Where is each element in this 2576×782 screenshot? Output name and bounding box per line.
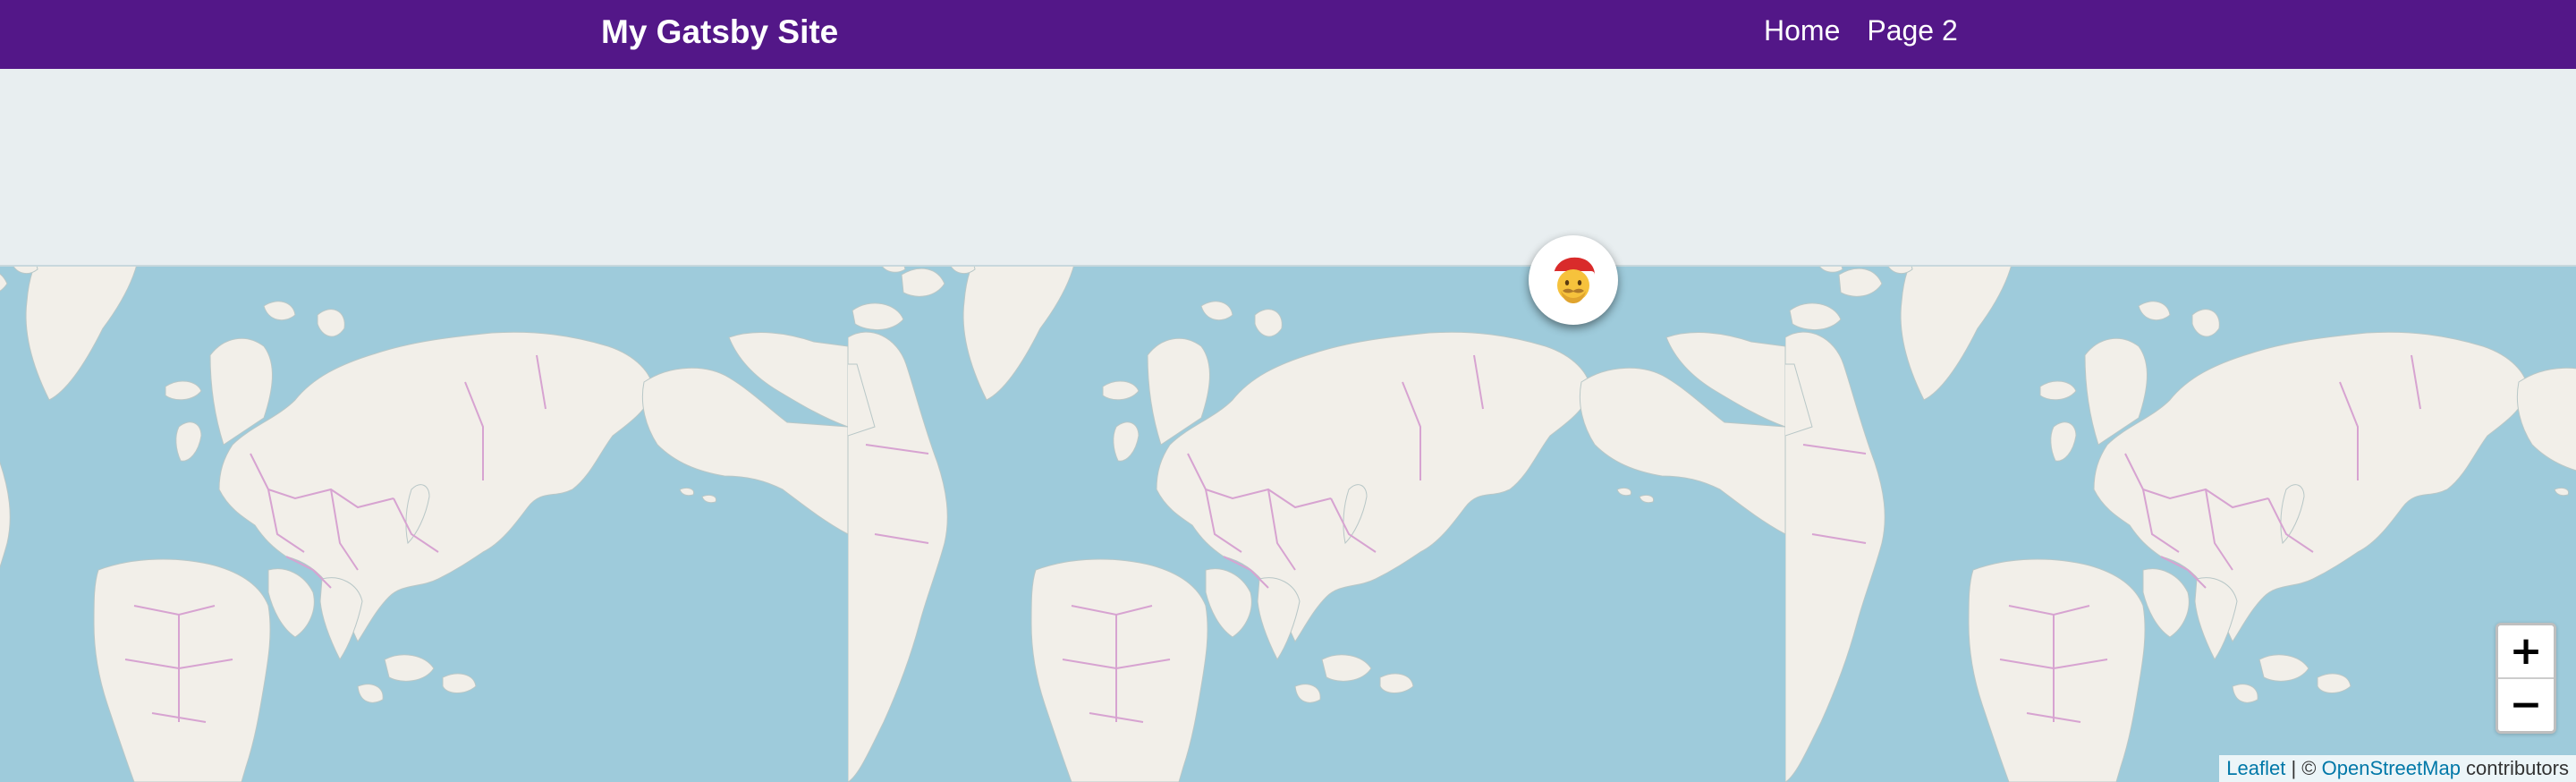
attribution-separator: | ©: [2285, 757, 2322, 779]
santa-marker[interactable]: [1529, 235, 1618, 325]
zoom-out-button[interactable]: −: [2498, 677, 2554, 731]
attribution-suffix: contributors: [2460, 757, 2569, 779]
site-header: My Gatsby Site Home Page 2: [0, 0, 2576, 69]
site-title-link[interactable]: My Gatsby Site: [601, 13, 838, 51]
leaflet-link[interactable]: Leaflet: [2226, 757, 2285, 779]
santa-claus-icon: [1552, 257, 1599, 303]
main-nav: Home Page 2: [1764, 14, 1958, 47]
world-map[interactable]: + − Leaflet | © OpenStreetMap contributo…: [0, 69, 2576, 782]
zoom-in-button[interactable]: +: [2498, 625, 2554, 677]
nav-link-page-2[interactable]: Page 2: [1867, 14, 1957, 47]
nav-link-home[interactable]: Home: [1764, 14, 1840, 47]
openstreetmap-link[interactable]: OpenStreetMap: [2322, 757, 2461, 779]
map-attribution: Leaflet | © OpenStreetMap contributors: [2219, 755, 2576, 782]
map-tiles[interactable]: [0, 69, 2576, 782]
zoom-control: + −: [2496, 623, 2556, 734]
